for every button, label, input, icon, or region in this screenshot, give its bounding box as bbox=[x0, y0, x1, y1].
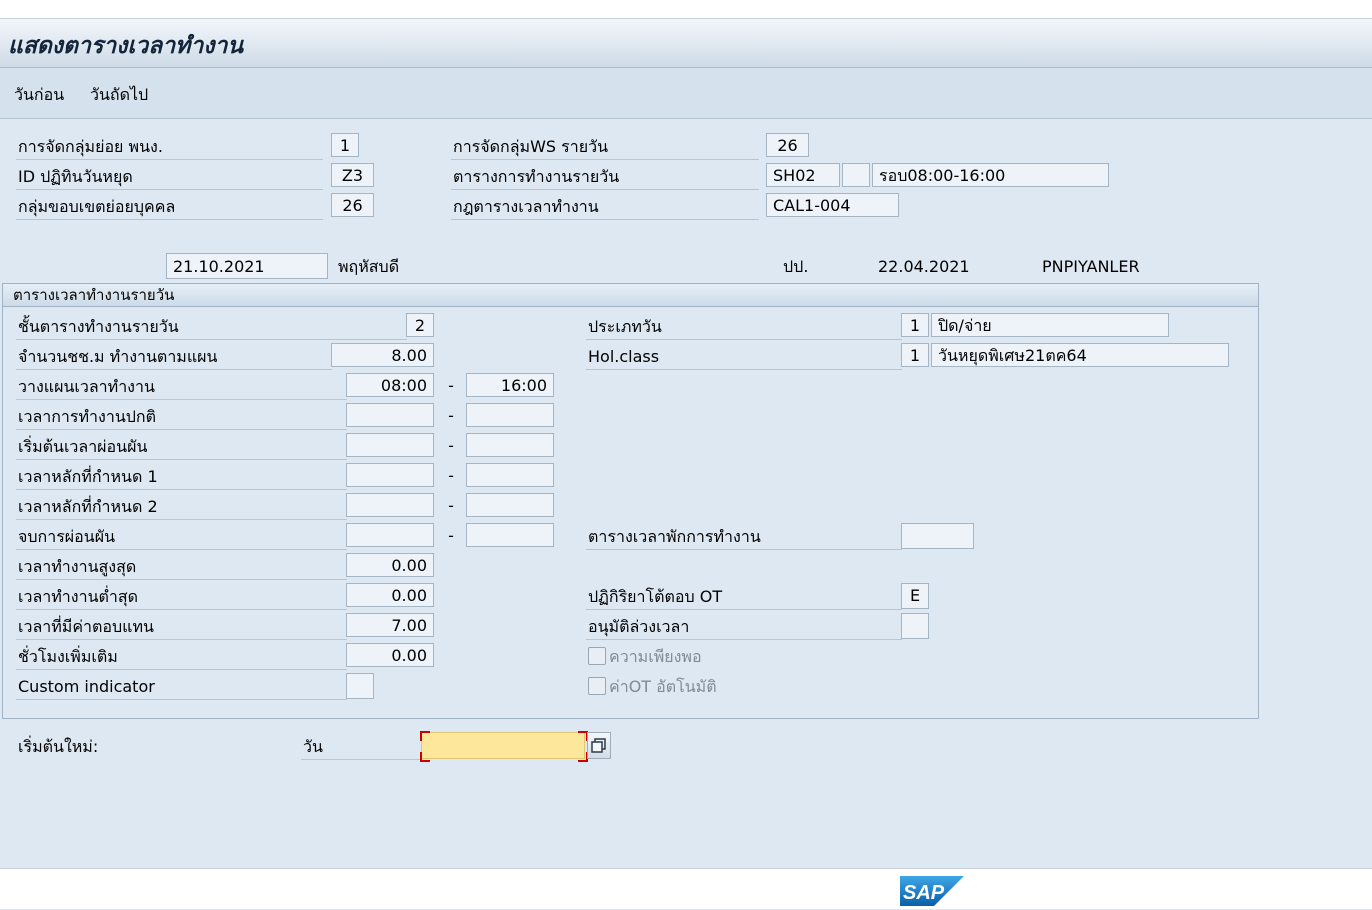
next-day-button[interactable]: วันถัดไป bbox=[90, 83, 148, 108]
range-dash: - bbox=[448, 466, 454, 485]
new-start-day-label: วัน bbox=[301, 734, 421, 760]
min-hours-label: เวลาทำงานต่ำสุด bbox=[16, 584, 347, 610]
holiday-class-label: Hol.class bbox=[586, 344, 902, 370]
title-bar: แสดงตารางเวลาทำงาน bbox=[0, 19, 1372, 68]
daily-ws-label: ตารางการทำงานรายวัน bbox=[451, 164, 759, 190]
date-field[interactable]: 21.10.2021 bbox=[166, 253, 328, 279]
sap-logo-text: SAP bbox=[903, 882, 945, 904]
core-time-1-label: เวลาหลักที่กำหนด 1 bbox=[16, 464, 347, 490]
daily-ws-variant-field[interactable] bbox=[842, 163, 870, 187]
max-hours-label: เวลาทำงานสูงสุด bbox=[16, 554, 347, 580]
custom-indicator-field[interactable] bbox=[346, 673, 374, 699]
changed-date-text: 22.04.2021 bbox=[878, 257, 970, 276]
core-time-2-label: เวลาหลักที่กำหนด 2 bbox=[16, 494, 347, 520]
core-time-2-to-field[interactable] bbox=[466, 493, 554, 517]
day-type-text-field: ปิด/จ่าย bbox=[931, 313, 1169, 337]
ws-rule-label: กฎตารางเวลาทำงาน bbox=[451, 194, 759, 220]
additional-hours-field[interactable]: 0.00 bbox=[346, 643, 434, 667]
value-help-button[interactable] bbox=[587, 732, 611, 759]
ot-reaction-label: ปฏิกิริยาโต้ตอบ OT bbox=[586, 584, 902, 610]
core-time-2-from-field[interactable] bbox=[346, 493, 434, 517]
sap-logo-icon: SAP bbox=[900, 876, 964, 906]
ws-grouping-field[interactable]: 26 bbox=[766, 133, 809, 157]
flex-end-to-field[interactable] bbox=[466, 523, 554, 547]
ps-subarea-field[interactable]: 26 bbox=[331, 193, 374, 217]
planned-to-field[interactable]: 16:00 bbox=[466, 373, 554, 397]
holiday-class-field[interactable]: 1 bbox=[901, 343, 929, 367]
flex-end-from-field[interactable] bbox=[346, 523, 434, 547]
holiday-class-text-field: วันหยุดพิเศษ21ตค64 bbox=[931, 343, 1229, 367]
ot-approval-field[interactable] bbox=[901, 613, 929, 639]
break-schedule-label: ตารางเวลาพักการทำงาน bbox=[586, 524, 902, 550]
new-start-label: เริ่มต้นใหม่: bbox=[18, 737, 99, 756]
focus-corner-tl bbox=[420, 731, 430, 741]
sufficiency-label: ความเพียงพอ bbox=[609, 647, 702, 666]
range-dash: - bbox=[448, 526, 454, 545]
flex-end-label: จบการผ่อนผัน bbox=[16, 524, 347, 550]
flex-start-from-field[interactable] bbox=[346, 433, 434, 457]
value-help-icon bbox=[591, 738, 606, 753]
status-bar bbox=[0, 868, 1372, 909]
auto-ot-label: ค่าOT อัตโนมัติ bbox=[609, 677, 717, 696]
planned-hours-field[interactable]: 8.00 bbox=[331, 343, 434, 367]
weekday-text: พฤหัสบดี bbox=[338, 257, 400, 276]
planned-time-label: วางแผนเวลาทำงาน bbox=[16, 374, 347, 400]
new-start-date-input[interactable] bbox=[421, 732, 585, 759]
top-strip bbox=[0, 0, 1372, 19]
ws-class-field[interactable]: 2 bbox=[406, 313, 434, 337]
range-dash: - bbox=[448, 406, 454, 425]
normal-time-label: เวลาการทำงานปกติ bbox=[16, 404, 347, 430]
group-box-title: ตารางเวลาทำงานรายวัน bbox=[13, 286, 175, 304]
ws-grouping-label: การจัดกลุ่มWS รายวัน bbox=[451, 134, 759, 160]
max-hours-field[interactable]: 0.00 bbox=[346, 553, 434, 577]
core-time-1-to-field[interactable] bbox=[466, 463, 554, 487]
min-hours-field[interactable]: 0.00 bbox=[346, 583, 434, 607]
range-dash: - bbox=[448, 436, 454, 455]
sap-logo: SAP bbox=[900, 876, 964, 906]
ws-rule-field[interactable]: CAL1-004 bbox=[766, 193, 899, 217]
normal-time-to-field[interactable] bbox=[466, 403, 554, 427]
day-type-label: ประเภทวัน bbox=[586, 314, 902, 340]
compensated-hours-label: เวลาที่มีค่าตอบแทน bbox=[16, 614, 347, 640]
daily-ws-text-field: รอบ08:00-16:00 bbox=[872, 163, 1109, 187]
changed-by-text: PNPIYANLER bbox=[1042, 257, 1140, 276]
holiday-calendar-field[interactable]: Z3 bbox=[331, 163, 374, 187]
normal-time-from-field[interactable] bbox=[346, 403, 434, 427]
previous-day-button[interactable]: วันก่อน bbox=[14, 83, 64, 108]
planned-hours-label: จำนวนชช.ม ทำงานตามแผน bbox=[16, 344, 332, 370]
custom-indicator-label: Custom indicator bbox=[16, 674, 347, 700]
group-box-header: ตารางเวลาทำงานรายวัน bbox=[2, 283, 1259, 307]
break-schedule-field[interactable] bbox=[901, 523, 974, 549]
holiday-calendar-label: ID ปฏิทินวันหยุด bbox=[16, 164, 323, 190]
ot-reaction-field[interactable]: E bbox=[901, 583, 929, 609]
additional-hours-label: ชั่วโมงเพิ่มเติม bbox=[16, 644, 347, 670]
ot-approval-label: อนุมัติล่วงเวลา bbox=[586, 614, 902, 640]
planned-from-field[interactable]: 08:00 bbox=[346, 373, 434, 397]
range-dash: - bbox=[448, 376, 454, 395]
page-title: แสดงตารางเวลาทำงาน bbox=[8, 33, 244, 59]
range-dash: - bbox=[448, 496, 454, 515]
compensated-hours-field[interactable]: 7.00 bbox=[346, 613, 434, 637]
sufficiency-checkbox[interactable] bbox=[588, 647, 606, 665]
changed-on-label: ปป. bbox=[783, 257, 809, 276]
focus-corner-bl bbox=[420, 752, 430, 762]
ee-subgroup-field[interactable]: 1 bbox=[331, 133, 359, 157]
ee-subgroup-label: การจัดกลุ่มย่อย พนง. bbox=[16, 134, 323, 160]
application-toolbar: วันก่อน วันถัดไป bbox=[0, 68, 1372, 119]
auto-ot-checkbox[interactable] bbox=[588, 677, 606, 695]
core-time-1-from-field[interactable] bbox=[346, 463, 434, 487]
flex-start-to-field[interactable] bbox=[466, 433, 554, 457]
day-type-field[interactable]: 1 bbox=[901, 313, 929, 337]
daily-ws-field[interactable]: SH02 bbox=[766, 163, 840, 187]
ws-class-label: ชั้นตารางทำงานรายวัน bbox=[16, 314, 407, 340]
ps-subarea-label: กลุ่มขอบเขตย่อยบุคคล bbox=[16, 194, 323, 220]
flex-start-label: เริ่มต้นเวลาผ่อนผัน bbox=[16, 434, 347, 460]
